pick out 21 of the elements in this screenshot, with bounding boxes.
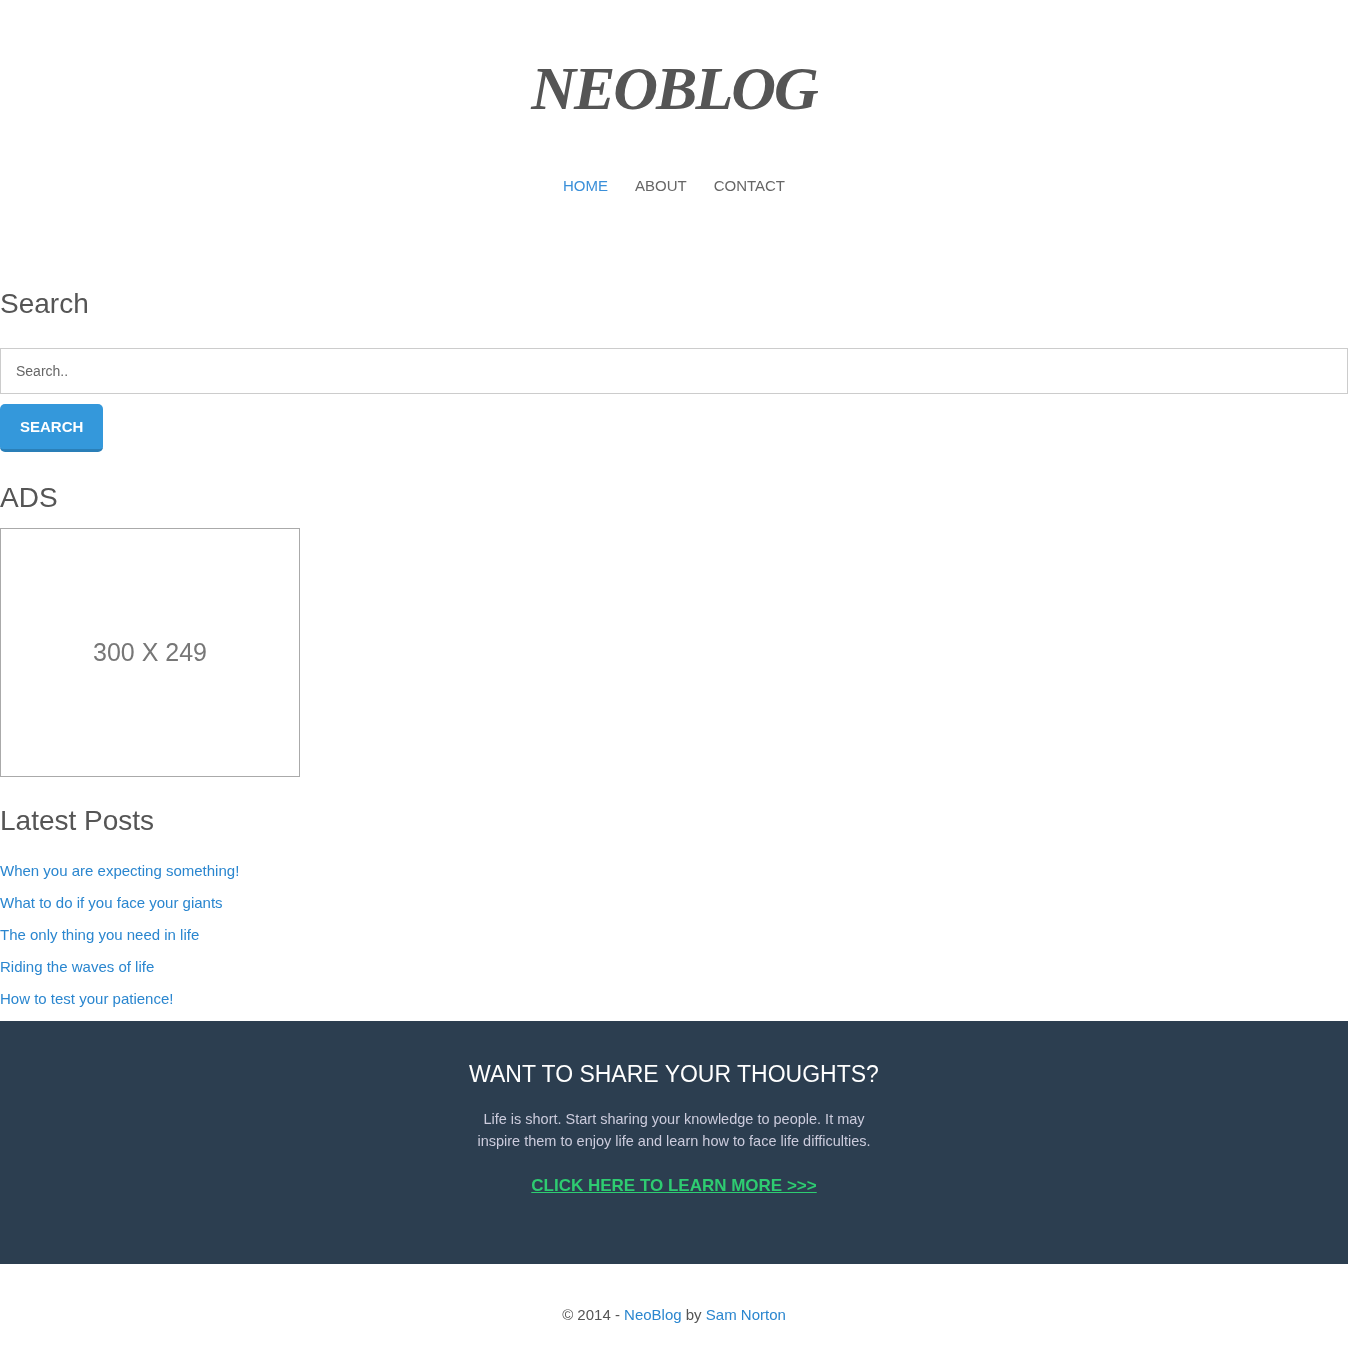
cta-heading: WANT TO SHARE YOUR THOUGHTS? bbox=[469, 1061, 879, 1088]
nav-link[interactable]: CONTACT bbox=[713, 176, 786, 196]
copyright-text: © 2014 - NeoBlog by Sam Norton bbox=[562, 1306, 786, 1323]
post-link[interactable]: When you are expecting something! bbox=[0, 855, 240, 887]
post-link[interactable]: How to test your patience! bbox=[0, 983, 174, 1015]
post-link[interactable]: Riding the waves of life bbox=[0, 951, 155, 983]
section-heading: ADS bbox=[0, 482, 59, 514]
post-link[interactable]: What to do if you face your giants bbox=[0, 887, 223, 919]
site-link[interactable]: NeoBlog bbox=[624, 1306, 682, 1323]
learn-more-link[interactable]: CLICK HERE TO LEARN MORE >>> bbox=[531, 1176, 817, 1196]
cta-text: Life is short. Start sharing your knowledge to people. It may inspire them to enjoy life and learn how to face life difficulties. bbox=[476, 1110, 872, 1151]
ad-size-label: 300 X 249 bbox=[93, 638, 207, 667]
section-heading: Latest Posts bbox=[0, 805, 156, 837]
nav-link[interactable]: ABOUT bbox=[634, 176, 687, 196]
site-logo[interactable]: NEOBLOG bbox=[531, 50, 817, 126]
section-heading: Search bbox=[0, 288, 90, 320]
post-link[interactable]: The only thing you need in life bbox=[0, 919, 200, 951]
author-link[interactable]: Sam Norton bbox=[705, 1306, 786, 1323]
search-button[interactable]: SEARCH bbox=[0, 404, 104, 452]
nav-link[interactable]: HOME bbox=[562, 176, 608, 196]
search-field[interactable]: Search.. bbox=[0, 348, 1348, 394]
